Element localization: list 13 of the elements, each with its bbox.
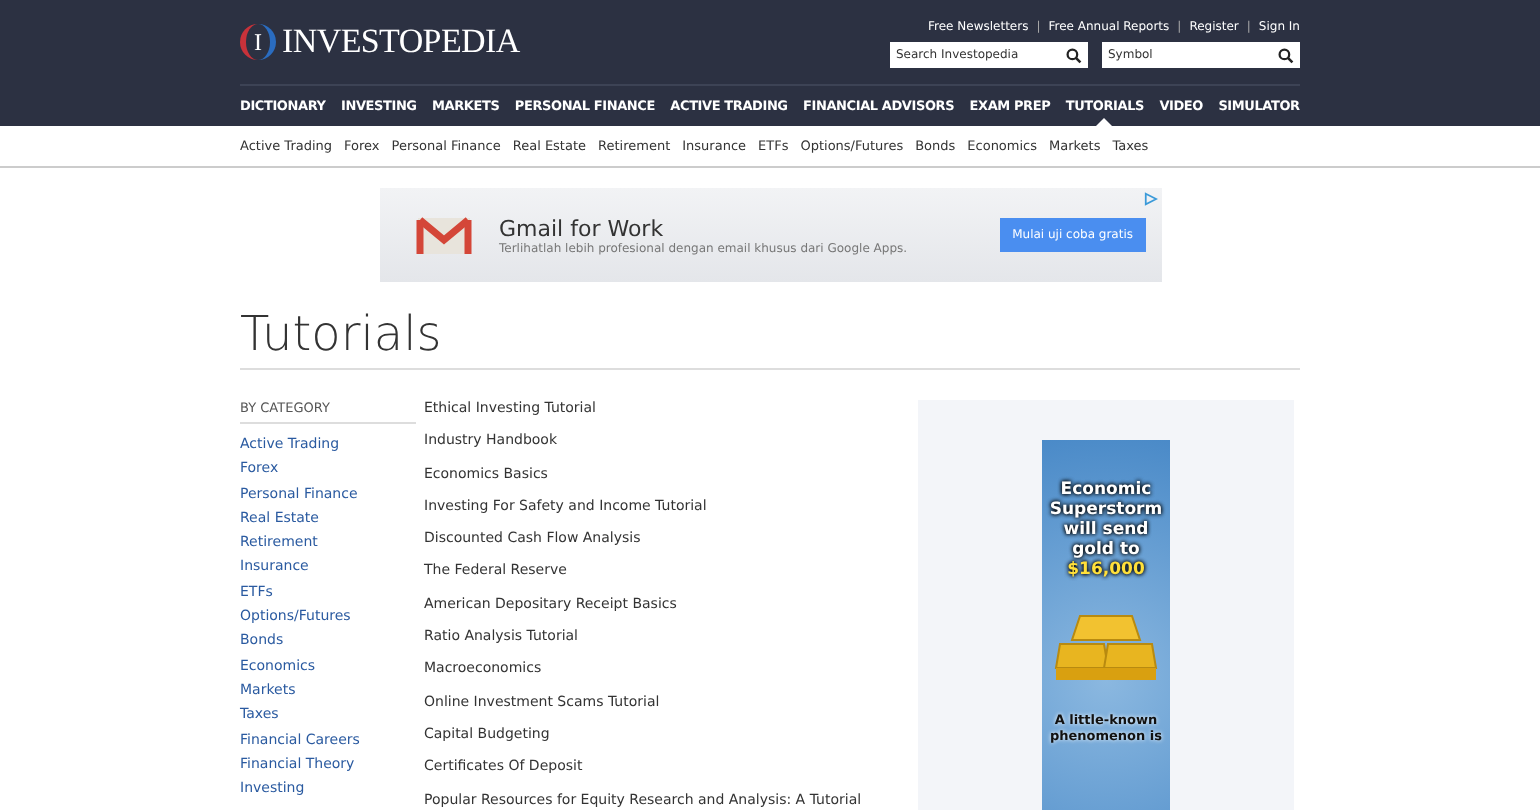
- ad-title: Gmail for Work: [499, 215, 666, 241]
- site-logo[interactable]: INVESTOPEDIA: [282, 22, 520, 62]
- logo-mark[interactable]: I: [240, 24, 276, 60]
- search-icon[interactable]: [1066, 47, 1082, 63]
- ad-headline: Economic: [1060, 480, 1152, 500]
- envelope-logo-icon: [415, 215, 471, 255]
- ad-price: $16,000: [1067, 560, 1145, 580]
- search-icon[interactable]: [1278, 47, 1294, 63]
- ad-headline: Superstorm: [1049, 500, 1163, 520]
- ad-headline: will send: [1063, 520, 1149, 540]
- ad-choices-icon[interactable]: [1143, 192, 1157, 206]
- ad-headline: gold to: [1072, 540, 1140, 560]
- page-title: Tutorials: [240, 306, 1300, 370]
